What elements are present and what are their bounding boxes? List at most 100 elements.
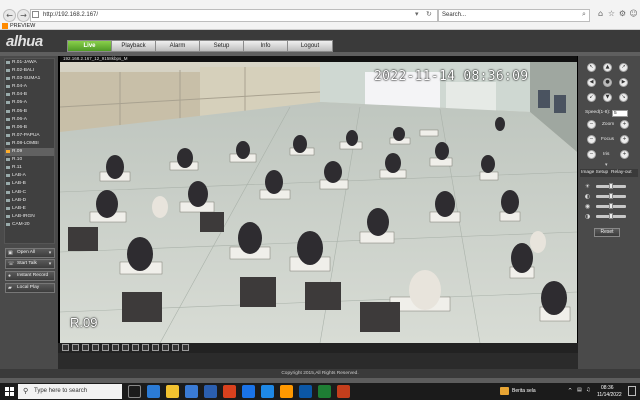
device-list-item[interactable]: R.04-B bbox=[5, 91, 54, 99]
reset-button[interactable]: Reset bbox=[594, 228, 620, 237]
saturation-knob[interactable] bbox=[609, 203, 613, 209]
ptz-center-icon[interactable]: ● bbox=[603, 78, 612, 87]
device-list-item[interactable]: R.01-JAWA bbox=[5, 59, 54, 67]
office-icon[interactable] bbox=[223, 385, 236, 398]
ptz-down-right-icon[interactable]: ↘ bbox=[619, 93, 628, 102]
smiley-icon[interactable]: ☺ bbox=[629, 9, 638, 18]
news-widget[interactable]: Berita sela bbox=[512, 388, 536, 394]
ptz-down-left-icon[interactable]: ↙ bbox=[587, 93, 596, 102]
brightness-knob[interactable] bbox=[609, 183, 613, 189]
taskbar-search-input[interactable]: Type here to search bbox=[18, 384, 122, 399]
layout-13-icon[interactable] bbox=[112, 344, 119, 351]
settings-gear-icon[interactable]: ⚙ bbox=[618, 9, 627, 18]
menu-setup[interactable]: Setup bbox=[199, 40, 244, 52]
device-list-item[interactable]: R.05-A bbox=[5, 99, 54, 107]
browser-tab-preview[interactable]: PREVIEW bbox=[0, 22, 120, 30]
ptz-right-icon[interactable]: ▶ bbox=[619, 78, 628, 87]
device-list-item[interactable]: LAB-D bbox=[5, 197, 54, 205]
zoom-in-icon[interactable]: + bbox=[620, 120, 629, 129]
tab-image-setup[interactable]: Image Setup bbox=[581, 170, 608, 175]
task-view-icon[interactable] bbox=[128, 385, 141, 398]
device-list-item[interactable]: R.07-PAPUA bbox=[5, 132, 54, 140]
address-bar[interactable]: http://192.168.2.167/ bbox=[30, 9, 438, 22]
favorites-star-icon[interactable]: ☆ bbox=[607, 9, 616, 18]
store-icon[interactable] bbox=[185, 385, 198, 398]
firefox-icon[interactable] bbox=[280, 385, 293, 398]
speed-select[interactable]: 5 bbox=[612, 110, 628, 117]
start-talk-button[interactable]: ☏ Start Talk ▾ bbox=[5, 259, 55, 269]
search-icon[interactable]: ⌕ bbox=[582, 10, 586, 19]
device-list-item[interactable]: LAB-A bbox=[5, 172, 54, 180]
browser-search-input[interactable]: Search... bbox=[438, 9, 590, 22]
layout-25-icon[interactable] bbox=[142, 344, 149, 351]
menu-playback[interactable]: Playback bbox=[111, 40, 156, 52]
layout-4-icon[interactable] bbox=[72, 344, 79, 351]
clock-time[interactable]: 08:36 bbox=[601, 385, 614, 391]
network-icon[interactable]: ▤ bbox=[577, 387, 582, 393]
chrome-icon[interactable] bbox=[242, 385, 255, 398]
refresh-icon[interactable]: ↻ bbox=[426, 10, 432, 18]
menu-alarm[interactable]: Alarm bbox=[155, 40, 200, 52]
iris-open-icon[interactable]: + bbox=[620, 150, 629, 159]
device-list-item[interactable]: LAB-E bbox=[5, 205, 54, 213]
focus-in-icon[interactable]: + bbox=[620, 135, 629, 144]
device-list-item[interactable]: LAB-B bbox=[5, 180, 54, 188]
focus-out-icon[interactable]: − bbox=[587, 135, 596, 144]
tray-chevron-icon[interactable]: ^ bbox=[568, 388, 572, 394]
open-all-button[interactable]: ▣ Open All ▾ bbox=[5, 248, 55, 258]
excel-icon[interactable] bbox=[318, 385, 331, 398]
device-list-item[interactable]: R.02-BALI bbox=[5, 67, 54, 75]
ptz-up-left-icon[interactable]: ↖ bbox=[587, 63, 596, 72]
local-play-button[interactable]: ▰ Local Play bbox=[5, 283, 55, 293]
device-list-item[interactable]: LAB-IRGN bbox=[5, 213, 54, 221]
ptz-up-icon[interactable]: ▲ bbox=[603, 63, 612, 72]
instant-record-button[interactable]: ● Instant Record bbox=[5, 271, 55, 281]
fullscreen-icon[interactable] bbox=[162, 344, 169, 351]
collapse-chevron-icon[interactable]: ▾ bbox=[605, 162, 608, 168]
file-explorer-icon[interactable] bbox=[166, 385, 179, 398]
ptz-up-right-icon[interactable]: ↗ bbox=[619, 63, 628, 72]
device-list-item[interactable]: R.05-B bbox=[5, 108, 54, 116]
device-list-item[interactable]: R.11 bbox=[5, 164, 54, 172]
ptz-left-icon[interactable]: ◀ bbox=[587, 78, 596, 87]
camera-live-feed[interactable] bbox=[60, 62, 577, 343]
home-icon[interactable]: ⌂ bbox=[596, 9, 605, 18]
close-all-icon[interactable] bbox=[182, 344, 189, 351]
edge-browser-icon[interactable] bbox=[147, 385, 160, 398]
layout-1-icon[interactable] bbox=[62, 344, 69, 351]
zoom-out-icon[interactable]: − bbox=[587, 120, 596, 129]
layout-20-icon[interactable] bbox=[132, 344, 139, 351]
iris-close-icon[interactable]: − bbox=[587, 150, 596, 159]
device-list-item[interactable]: CAM-20 bbox=[5, 221, 54, 229]
layout-6-icon[interactable] bbox=[82, 344, 89, 351]
menu-info[interactable]: Info bbox=[243, 40, 288, 52]
ptz-down-icon[interactable]: ▼ bbox=[603, 93, 612, 102]
snapshot-icon[interactable] bbox=[172, 344, 179, 351]
layout-36-icon[interactable] bbox=[152, 344, 159, 351]
weather-news-icon[interactable] bbox=[500, 387, 509, 395]
device-list-item[interactable]: R.06-A bbox=[5, 116, 54, 124]
chevron-down-icon[interactable]: ▾ bbox=[47, 260, 53, 268]
menu-live[interactable]: Live bbox=[67, 40, 112, 52]
device-list-item[interactable]: LAB-C bbox=[5, 189, 54, 197]
windows-logo-icon[interactable] bbox=[5, 387, 14, 396]
powerpoint-icon[interactable] bbox=[337, 385, 350, 398]
back-arrow-icon[interactable]: ← bbox=[3, 9, 16, 22]
word-icon[interactable] bbox=[299, 385, 312, 398]
notification-icon[interactable] bbox=[628, 386, 636, 396]
menu-logout[interactable]: Logout bbox=[287, 40, 333, 52]
layout-8-icon[interactable] bbox=[92, 344, 99, 351]
volume-icon[interactable]: ♫ bbox=[586, 387, 590, 393]
device-list-item[interactable]: R.09 bbox=[5, 148, 54, 157]
search-dropdown-icon[interactable]: ▾ bbox=[415, 10, 419, 18]
contrast-knob[interactable] bbox=[609, 193, 613, 199]
device-list-item[interactable]: R.06-B bbox=[5, 124, 54, 132]
device-list-item[interactable]: R.03-SUMA1 bbox=[5, 75, 54, 83]
device-list-item[interactable]: R.08-LOMBI bbox=[5, 140, 54, 148]
chevron-down-icon[interactable]: ▾ bbox=[47, 249, 53, 257]
device-list-item[interactable]: R.10 bbox=[5, 156, 54, 164]
hue-knob[interactable] bbox=[609, 213, 613, 219]
device-list-item[interactable]: R.04-A bbox=[5, 83, 54, 91]
layout-16-icon[interactable] bbox=[122, 344, 129, 351]
layout-9-icon[interactable] bbox=[102, 344, 109, 351]
